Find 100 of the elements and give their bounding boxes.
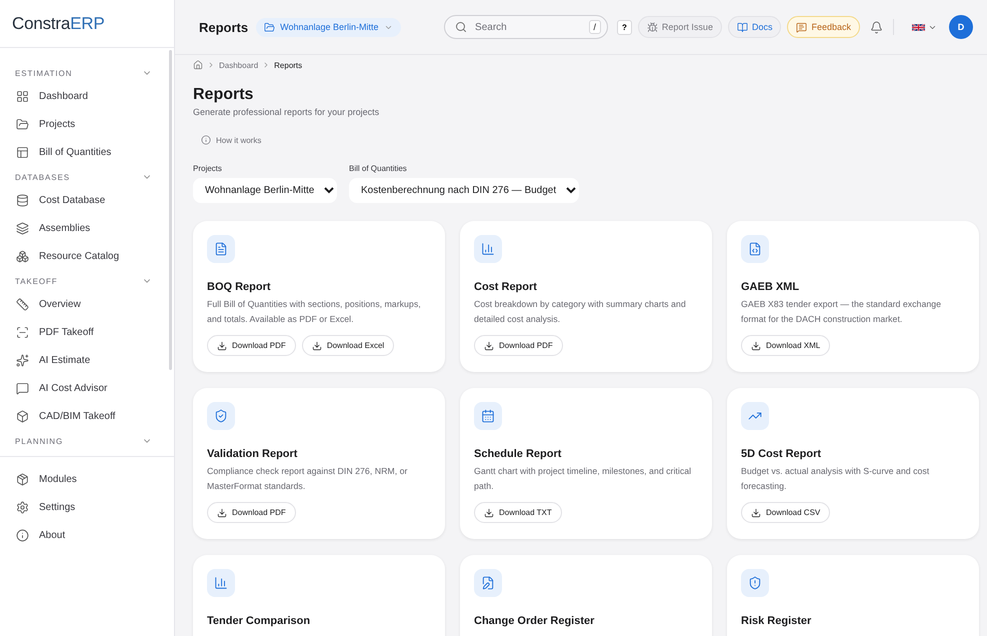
- download-icon: [484, 340, 494, 350]
- sidebar-item[interactable]: About: [0, 521, 174, 549]
- sidebar-item[interactable]: Modules: [0, 465, 174, 493]
- cubes-icon: [16, 250, 29, 262]
- section-title: TAKEOFF: [15, 276, 58, 286]
- download-icon: [751, 508, 761, 518]
- section-title: PLANNING: [15, 436, 64, 446]
- header-title: Reports: [199, 20, 248, 34]
- shield-alert-icon: [748, 576, 762, 590]
- sidebar-item[interactable]: Projects: [0, 110, 174, 138]
- card-description: Compliance check report against DIN 276, NRM, or MasterFormat standards.: [207, 465, 408, 493]
- sparkles-icon: [16, 354, 29, 366]
- search-field[interactable]: Search: [473, 20, 583, 34]
- scan-icon: [16, 326, 29, 338]
- flag-icon: [912, 22, 925, 32]
- package-icon: [16, 472, 29, 486]
- sidebar-item[interactable]: PDF Takeoff: [0, 318, 174, 346]
- download-button[interactable]: Download Excel: [302, 335, 394, 356]
- search-icon: [455, 21, 468, 33]
- info-icon: [201, 135, 211, 145]
- cube-icon: [16, 410, 29, 422]
- sidebar-item[interactable]: CAD/BIM Takeoff: [0, 402, 174, 430]
- grid-icon: [16, 90, 29, 102]
- filter-label: Projects: [193, 164, 223, 173]
- download-icon: [751, 340, 761, 350]
- docs-button[interactable]: Docs: [728, 16, 782, 38]
- file-edit-icon: [481, 576, 495, 590]
- user-avatar[interactable]: D: [949, 15, 973, 39]
- download-icon: [484, 508, 494, 518]
- sidebar-item[interactable]: Resource Catalog: [0, 242, 174, 270]
- how-it-works-button[interactable]: How it works: [199, 133, 264, 147]
- bell-icon: [870, 20, 883, 34]
- project-chip[interactable]: Wohnanlage Berlin-Mitte: [256, 18, 401, 36]
- breadcrumb-link[interactable]: Dashboard: [219, 60, 258, 70]
- bar-chart-icon: [481, 242, 495, 256]
- download-button[interactable]: Download PDF: [207, 502, 296, 523]
- card-title: Cost Report: [474, 281, 538, 293]
- card-title: GAEB XML: [741, 281, 800, 293]
- sidebar-item[interactable]: AI Cost Advisor: [0, 374, 174, 402]
- sidebar-item[interactable]: Cost Database: [0, 186, 174, 214]
- section-title: DATABASES: [15, 172, 70, 182]
- filter-label: Bill of Quantities: [349, 164, 408, 173]
- download-icon: [312, 340, 322, 350]
- filter-select[interactable]: Wohnanlage Berlin-Mitte: [193, 178, 337, 203]
- settings-icon: [16, 500, 29, 514]
- shortcut-key: /: [588, 20, 602, 34]
- download-button[interactable]: Download XML: [741, 335, 830, 356]
- download-icon: [217, 508, 227, 518]
- scrollbar-thumb[interactable]: [169, 50, 172, 370]
- sidebar-item[interactable]: AI Estimate: [0, 346, 174, 374]
- download-button[interactable]: Download TXT: [474, 502, 562, 523]
- card-title: BOQ Report: [207, 281, 272, 293]
- folder-icon: [16, 118, 29, 130]
- card-title: Risk Register: [741, 615, 812, 627]
- card-description: GAEB X83 tender export — the standard exchange format for the DACH construction market.: [741, 298, 942, 326]
- feedback-button[interactable]: Feedback: [787, 16, 860, 38]
- sidebar-item[interactable]: Settings: [0, 493, 174, 521]
- card-description: Full Bill of Quantities with sections, positions, markups, and totals. Available as PDF or Excel.: [207, 298, 422, 326]
- filter-select[interactable]: Kostenberechnung nach DIN 276 — Budget: [349, 178, 579, 203]
- card-title: Validation Report: [207, 448, 298, 460]
- folder-icon: [264, 22, 276, 32]
- help-button[interactable]: ?: [617, 20, 632, 34]
- sidebar-item[interactable]: Assemblies: [0, 214, 174, 242]
- message-icon: [796, 22, 808, 32]
- search-bar[interactable]: Search /: [444, 15, 608, 39]
- ruler-icon: [16, 298, 29, 310]
- download-button[interactable]: Download PDF: [207, 335, 296, 356]
- bar-chart-icon: [214, 576, 228, 590]
- home-icon[interactable]: [193, 60, 203, 70]
- section-title: ESTIMATION: [15, 68, 72, 78]
- chat-icon: [16, 382, 29, 394]
- card-title: Schedule Report: [474, 448, 562, 460]
- document-icon: [214, 242, 228, 256]
- download-icon: [217, 340, 227, 350]
- bug-icon: [646, 22, 658, 32]
- page-subtitle: Generate professional reports for your projects: [193, 107, 380, 117]
- card-description: Budget vs. actual analysis with S-curve and cost forecasting.: [741, 465, 930, 493]
- card-title: Change Order Register: [474, 615, 596, 627]
- download-button[interactable]: Download PDF: [474, 335, 563, 356]
- notifications-button[interactable]: [868, 18, 885, 36]
- logo: ConstraERP: [12, 14, 104, 34]
- card-description: Cost breakdown by category with summary charts and detailed cost analysis.: [474, 298, 687, 326]
- shield-check-icon: [214, 409, 228, 423]
- code-file-icon: [748, 242, 762, 256]
- chevron-icon: [207, 61, 215, 69]
- database-icon: [16, 194, 29, 206]
- sidebar-item[interactable]: Dashboard: [0, 82, 174, 110]
- sidebar-item[interactable]: Bill of Quantities: [0, 138, 174, 166]
- report-issue-button[interactable]: Report Issue: [638, 16, 722, 38]
- download-button[interactable]: Download CSV: [741, 502, 830, 523]
- info-icon: [16, 528, 29, 542]
- layers-icon: [16, 222, 29, 234]
- breadcrumb-link[interactable]: Reports: [274, 60, 302, 70]
- card-title: Tender Comparison: [207, 615, 312, 627]
- sidebar-item[interactable]: Overview: [0, 290, 174, 318]
- page-title: Reports: [193, 86, 254, 104]
- card-description: Gantt chart with project timeline, milestones, and critical path.: [474, 465, 692, 493]
- calendar-icon: [481, 409, 495, 423]
- table-icon: [16, 146, 29, 158]
- card-title: 5D Cost Report: [741, 448, 822, 460]
